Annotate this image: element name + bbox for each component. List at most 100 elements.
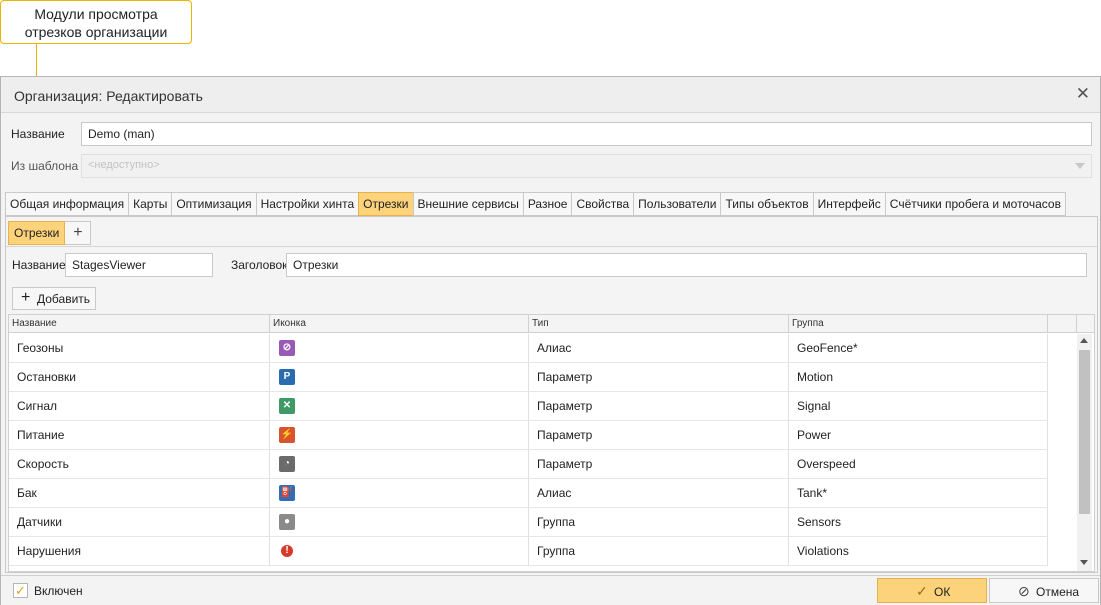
table-row[interactable]: Скорость ◔ Параметр Overspeed [9,450,1048,479]
template-label: Из шаблона [11,159,79,173]
subtab-segments[interactable]: Отрезки [8,221,66,245]
tab-external-services[interactable]: Внешние сервисы [412,192,523,216]
table-row[interactable]: Нарушения! Группа Violations [9,537,1048,566]
cell-type: Группа [529,508,789,536]
scroll-up-icon[interactable] [1080,338,1088,343]
cell-name: Нарушения [9,537,270,565]
column-header-type[interactable]: Тип [529,315,789,333]
cell-type: Параметр [529,363,789,391]
callout-text-line1: Модули просмотра [34,6,158,22]
add-button-label: Добавить [37,292,91,306]
segment-header-label: Заголовок [231,258,288,272]
violation-icon: ! [281,545,293,557]
add-button[interactable]: + Добавить [12,287,96,310]
grid-scrollbar[interactable] [1077,334,1092,571]
ok-button[interactable]: ✓ ОК [877,578,987,603]
dialog-title: Организация: Редактировать [14,88,203,104]
segments-panel: Отрезки + Название StagesViewer Заголово… [5,216,1098,573]
sensor-bulb-icon: ● [279,514,295,530]
tab-hint-settings[interactable]: Настройки хинта [255,192,359,216]
segment-subtabs: Отрезки + [8,221,92,245]
tab-properties[interactable]: Свойства [571,192,634,216]
cell-type: Алиас [529,334,789,362]
cell-icon: ⚡ [270,421,529,449]
cell-name: Датчики [9,508,270,536]
cell-icon: ◔ [270,450,529,478]
tab-interface[interactable]: Интерфейс [812,192,885,216]
table-row[interactable]: Остановки P Параметр Motion [9,363,1048,392]
cell-name: Питание [9,421,270,449]
cell-group: Power [789,421,1048,449]
add-subtab-button[interactable]: + [65,221,92,245]
name-label: Название [11,127,65,141]
cell-icon: ✕ [270,392,529,420]
table-row[interactable]: Геозоны ⊘ Алиас GeoFence* [9,334,1048,363]
close-icon[interactable]: ✕ [1076,85,1090,103]
cell-group: Violations [789,537,1048,565]
column-header-icon[interactable]: Иконка [270,315,529,333]
signal-icon: ✕ [279,398,295,414]
grid-header: Название Иконка Тип Группа [9,315,1094,333]
scroll-thumb[interactable] [1079,350,1090,514]
tab-segments[interactable]: Отрезки [358,192,413,216]
cancel-button[interactable]: ⊘ Отмена [989,578,1099,603]
segments-grid: Название Иконка Тип Группа Геозоны ⊘ Алиас… [8,314,1095,572]
geofence-icon: ⊘ [279,340,295,356]
column-header-extra [1048,315,1077,333]
scroll-down-icon[interactable] [1080,560,1088,565]
parking-icon: P [279,369,295,385]
column-header-group[interactable]: Группа [789,315,1048,333]
cell-name: Геозоны [9,334,270,362]
cell-type: Группа [529,537,789,565]
cancel-button-label: Отмена [1036,585,1080,599]
organization-edit-dialog: Организация: Редактировать ✕ Название De… [0,76,1101,605]
tab-general-info[interactable]: Общая информация [5,192,129,216]
power-plug-icon: ⚡ [279,427,295,443]
cell-type: Параметр [529,392,789,420]
segment-name-field[interactable]: StagesViewer [65,253,213,277]
enabled-checkbox[interactable]: ✓ [13,583,28,598]
cell-group: Motion [789,363,1048,391]
dialog-footer: ✓ Включен ✓ ОК ⊘ Отмена [1,575,1100,605]
tab-optimization[interactable]: Оптимизация [171,192,256,216]
tab-mileage-counters[interactable]: Счётчики пробега и моточасов [884,192,1066,216]
cell-type: Параметр [529,421,789,449]
main-tabs: Общая информация Карты Оптимизация Настр… [5,192,1066,216]
cell-name: Сигнал [9,392,270,420]
cancel-icon: ⊘ [1018,583,1030,599]
cell-group: Tank* [789,479,1048,507]
cell-type: Параметр [529,450,789,478]
cell-icon: ! [270,537,529,565]
organization-name-field[interactable]: Demo (man) [81,122,1092,146]
checkmark-icon: ✓ [916,583,928,599]
tab-maps[interactable]: Карты [128,192,172,216]
plus-icon: + [21,289,31,306]
annotation-callout: Модули просмотра отрезков организации [0,0,192,44]
cell-group: GeoFence* [789,334,1048,362]
tab-object-types[interactable]: Типы объектов [720,192,813,216]
cell-icon: P [270,363,529,391]
cell-name: Бак [9,479,270,507]
cell-group: Overspeed [789,450,1048,478]
template-row: Из шаблона <недоступно> [11,154,1092,178]
table-row[interactable]: Датчики ● Группа Sensors [9,508,1048,537]
segment-header-row: Название StagesViewer Заголовок Отрезки [6,246,1097,284]
table-row[interactable]: Сигнал ✕ Параметр Signal [9,392,1048,421]
tab-misc[interactable]: Разное [522,192,572,216]
tab-users[interactable]: Пользователи [633,192,721,216]
cell-type: Алиас [529,479,789,507]
template-select: <недоступно> [81,154,1092,178]
callout-text-line2: отрезков организации [24,24,168,40]
cell-icon: ⛽ [270,479,529,507]
chevron-down-icon [1075,163,1085,169]
fuel-tank-icon: ⛽ [279,485,295,501]
cell-name: Остановки [9,363,270,391]
ok-button-label: ОК [934,585,951,599]
segment-header-field[interactable]: Отрезки [286,253,1087,277]
dialog-titlebar: Организация: Редактировать ✕ [1,77,1100,113]
column-header-name[interactable]: Название [9,315,270,333]
table-row[interactable]: Бак ⛽ Алиас Tank* [9,479,1048,508]
cell-icon: ● [270,508,529,536]
enabled-label: Включен [34,584,83,598]
table-row[interactable]: Питание ⚡ Параметр Power [9,421,1048,450]
